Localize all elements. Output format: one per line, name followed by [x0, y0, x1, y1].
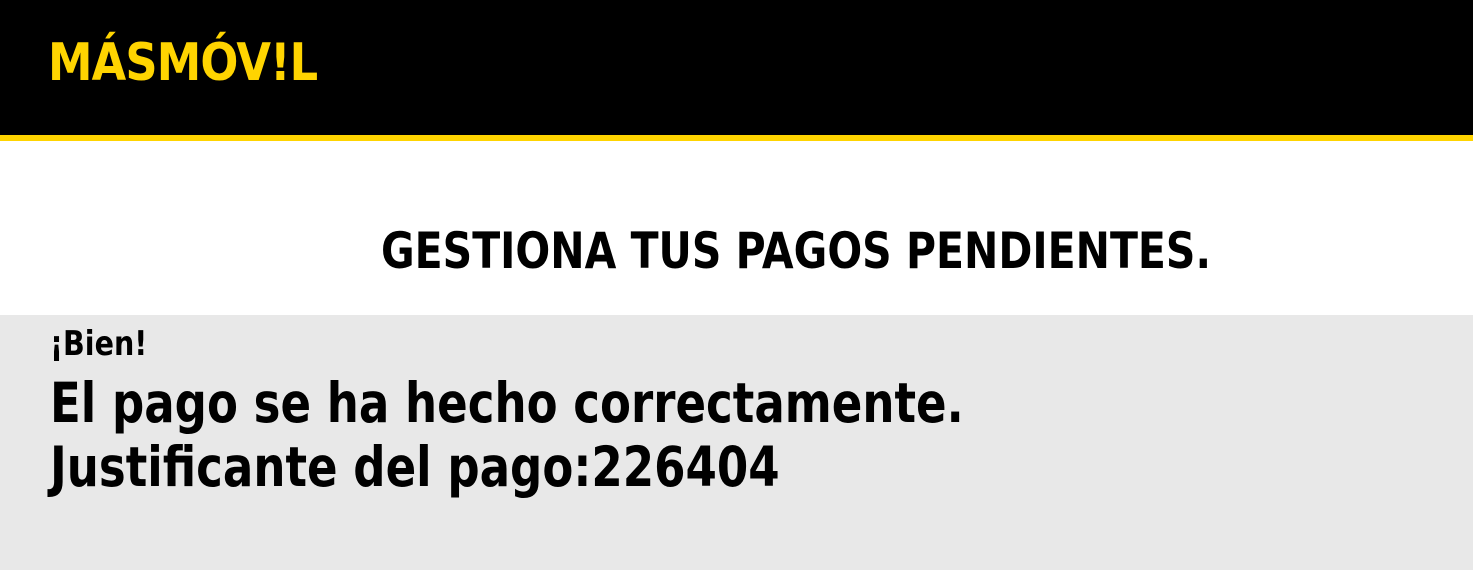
success-message: El pago se ha hecho correctamente. [50, 371, 964, 435]
page-title: GESTIONA TUS PAGOS PENDIENTES. [381, 222, 1212, 280]
payment-receipt-line: Justificante del pago:226404 [50, 434, 780, 500]
masmovil-logo[interactable]: MÁSMÓV!L [48, 28, 318, 98]
receipt-label: Justificante del pago: [50, 435, 592, 499]
success-kicker: ¡Bien! [50, 324, 148, 364]
receipt-number: 226404 [591, 435, 780, 499]
